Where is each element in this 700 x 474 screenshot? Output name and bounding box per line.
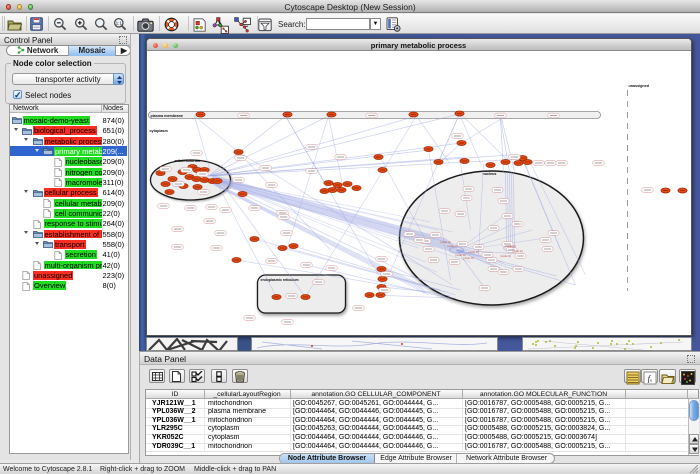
svg-text:plasma membrane: plasma membrane — [150, 114, 182, 118]
svg-text:nucleus: nucleus — [482, 172, 496, 176]
svg-text:cytoplasm: cytoplasm — [149, 129, 168, 133]
svg-text:mitochondrion: mitochondrion — [174, 159, 201, 163]
svg-text:unassigned: unassigned — [628, 84, 649, 88]
svg-text:fₓ: fₓ — [647, 374, 652, 383]
svg-text:1:1: 1:1 — [116, 21, 123, 26]
